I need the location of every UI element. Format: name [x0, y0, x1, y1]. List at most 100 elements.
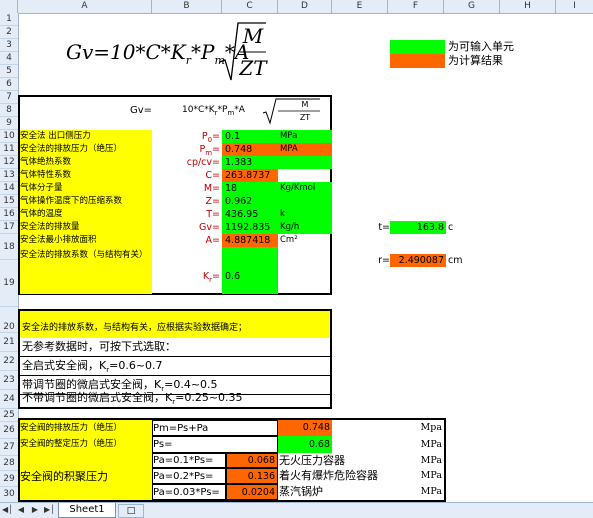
last-sheet-icon[interactable]: ▶│ [44, 505, 55, 515]
row-header[interactable]: 29 [0, 471, 18, 487]
row-header[interactable]: 8 [0, 104, 18, 117]
row-header[interactable]: 28 [0, 456, 18, 471]
insert-sheet-icon[interactable]: □ [118, 504, 144, 518]
row-header[interactable]: 3 [0, 39, 18, 52]
param-desc[interactable]: 气体绝热系数 [20, 156, 152, 169]
param-unit: Kg/h [278, 221, 332, 234]
param-value[interactable]: 0.962 [222, 195, 278, 208]
param-value[interactable]: 0.1 [222, 130, 278, 143]
param-desc[interactable]: 气体操作温度下的压缩系数 [20, 195, 152, 208]
formula-row-expr-c: *A [234, 105, 245, 115]
row-header[interactable]: 7 [0, 91, 18, 104]
column-header-g[interactable]: G [444, 0, 500, 13]
param-value[interactable]: 0.6 [222, 247, 278, 294]
r26-label[interactable]: 安全阀的排放压力（绝压） [20, 420, 152, 436]
note-line-2-tail: =0.6~0.7 [109, 359, 163, 372]
param-desc[interactable]: 安全法的排放量 [20, 221, 152, 234]
row-header[interactable]: 16 [0, 208, 18, 221]
note-header[interactable]: 安全法的排放系数，与结构有关，应根据实验数据确定； [20, 311, 330, 338]
param-symbol-main: Gv [199, 222, 213, 233]
row-header[interactable]: 2 [0, 26, 18, 39]
row-header[interactable]: 1 [0, 13, 18, 26]
r30-desc: 蒸汽锅炉 [279, 485, 323, 498]
row-header[interactable]: 20 [0, 307, 18, 333]
row-header[interactable]: 6 [0, 78, 18, 91]
r26-expr[interactable]: Pm=Ps+Pa [152, 420, 278, 436]
param-value[interactable]: 4.887418 [222, 234, 278, 247]
param-desc[interactable]: 气体分子量 [20, 182, 152, 195]
row-header[interactable]: 19 [0, 260, 18, 307]
param-desc[interactable]: 安全法的排放压力（绝压） [20, 143, 152, 156]
param-value[interactable]: 1.383 [222, 156, 278, 169]
param-desc[interactable]: 气体的温度 [20, 208, 152, 221]
row-header[interactable]: 15 [0, 195, 18, 208]
prev-sheet-icon[interactable]: ◀ [16, 505, 26, 515]
column-header-d[interactable]: D [278, 0, 332, 13]
param-desc[interactable]: 安全法 出口侧压力 [20, 130, 152, 143]
param-value[interactable]: 18 [222, 182, 278, 195]
row-header[interactable]: 18 [0, 234, 18, 260]
column-header-f[interactable]: F [388, 0, 444, 13]
row-header[interactable]: 5 [0, 65, 18, 78]
row-header[interactable]: 21 [0, 333, 18, 352]
param-value[interactable]: 436.95 [222, 208, 278, 221]
r30-value[interactable]: 0.0204 [226, 484, 278, 500]
param-value[interactable]: 263.8737 [222, 169, 278, 182]
r29-expr[interactable]: Pa=0.2*Ps= [152, 468, 226, 484]
select-all-corner[interactable] [0, 0, 18, 13]
column-header-i[interactable]: I [556, 0, 593, 13]
column-header-c[interactable]: C [222, 0, 278, 13]
r30-expr[interactable]: Pa=0.03*Ps= [152, 484, 226, 500]
note-line-1[interactable]: 无参考数据时，可按下式选取： [20, 338, 330, 357]
big-formula-mid: *P [191, 40, 215, 64]
row-header[interactable]: 11 [0, 143, 18, 156]
r28-expr[interactable]: Pa=0.1*Ps= [152, 453, 226, 468]
param-symbol: C= [152, 169, 222, 182]
row-header[interactable]: 17 [0, 221, 18, 234]
row-header[interactable]: 24 [0, 390, 18, 409]
row-header[interactable]: 4 [0, 52, 18, 65]
note-line-2[interactable]: 全启式安全阀，Kr=0.6~0.7 [20, 357, 330, 376]
r27-label[interactable]: 安全阀的整定压力（绝压） [20, 436, 152, 453]
param-symbol: cp/cv= [152, 156, 222, 169]
param-symbol-eq: = [212, 144, 220, 155]
row-header[interactable]: 12 [0, 156, 18, 169]
note-line-4-tail: =0.25~0.35 [175, 391, 243, 404]
sheet-tab-sheet1[interactable]: Sheet1 [58, 503, 116, 518]
param-symbol-eq: = [212, 131, 220, 142]
row-header[interactable]: 23 [0, 371, 18, 390]
param-symbol-eq: = [212, 170, 220, 181]
r29-desc: 着火有爆炸危险容器 [279, 469, 378, 482]
r29-value[interactable]: 0.136 [226, 468, 278, 484]
t-value-cell[interactable]: 163.8 [390, 221, 446, 234]
param-value[interactable]: 0.748 [222, 143, 278, 156]
row-header[interactable]: 13 [0, 169, 18, 182]
param-desc[interactable]: 气体特性系数 [20, 169, 152, 182]
accum-label[interactable]: 安全阀的积聚压力 [20, 453, 152, 500]
column-header-a[interactable]: A [18, 0, 152, 13]
r28-value[interactable]: 0.068 [226, 453, 278, 468]
row-header[interactable]: 27 [0, 439, 18, 456]
param-desc[interactable]: 安全法的排放系数（与结构有关） [20, 247, 152, 294]
column-header-h[interactable]: H [500, 0, 556, 13]
r27-expr[interactable]: Ps= [152, 436, 278, 453]
row-header[interactable]: 10 [0, 130, 18, 143]
r26-value[interactable]: 0.748 [278, 420, 332, 436]
row-header[interactable]: 30 [0, 487, 18, 502]
row-header[interactable]: 26 [0, 422, 18, 439]
next-sheet-icon[interactable]: ▶ [30, 505, 40, 515]
r27-value[interactable]: 0.68 [278, 436, 332, 453]
r28-desc: 无火压力容器 [279, 454, 345, 467]
row-header[interactable]: 22 [0, 352, 18, 371]
column-header-e[interactable]: E [332, 0, 388, 13]
row-header[interactable]: 25 [0, 409, 18, 422]
param-symbol-eq: = [212, 235, 220, 246]
column-header-b[interactable]: B [152, 0, 222, 13]
param-value[interactable]: 1192.835 [222, 221, 278, 234]
first-sheet-icon[interactable]: ◀│ [2, 505, 13, 515]
note-line-4[interactable]: 不带调节圈的微启式安全阀，Kr=0.25~0.35 [20, 390, 330, 407]
row-header[interactable]: 14 [0, 182, 18, 195]
param-desc[interactable]: 安全法最小排放面积 [20, 234, 152, 247]
r-value-cell[interactable]: 2.490087 [390, 254, 446, 267]
row-header[interactable]: 9 [0, 117, 18, 130]
